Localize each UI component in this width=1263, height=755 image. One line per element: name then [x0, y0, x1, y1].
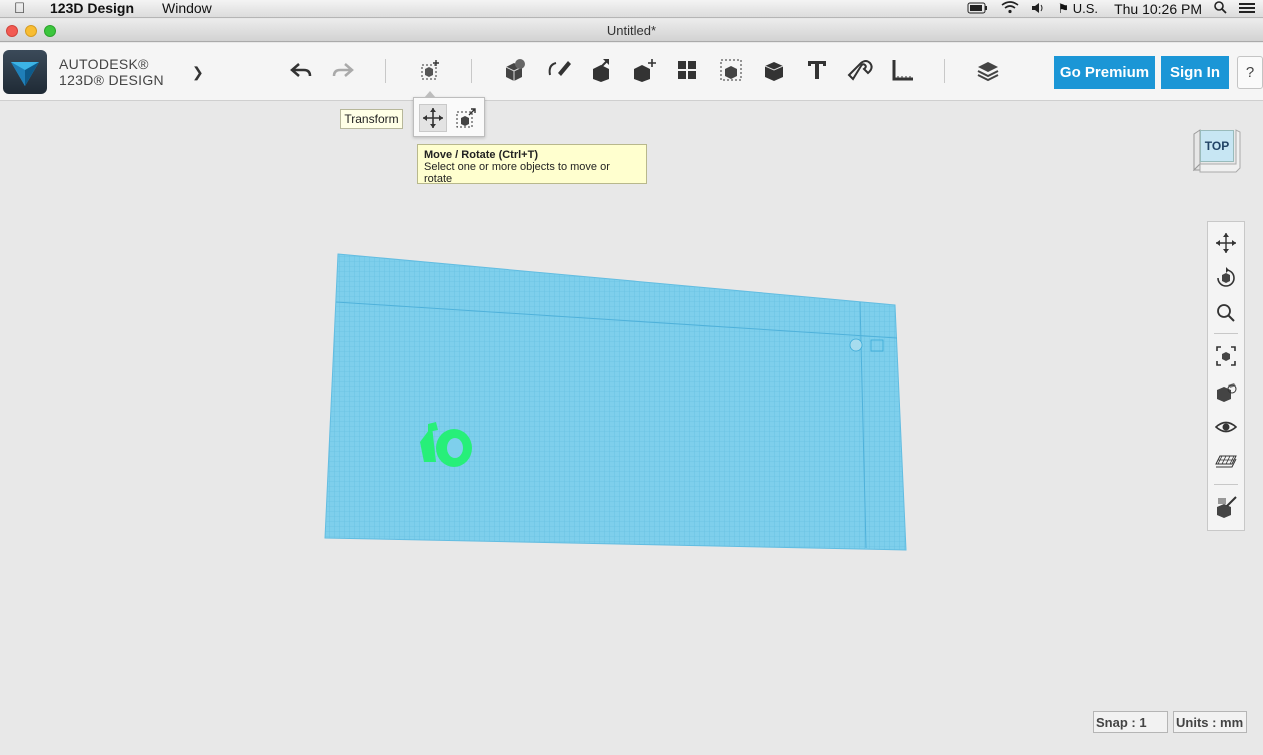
- combine-icon[interactable]: [759, 55, 789, 85]
- brand-line-2: 123D® DESIGN: [59, 72, 164, 88]
- submenu-pointer: [424, 91, 436, 98]
- clock[interactable]: Thu 10:26 PM: [1114, 1, 1202, 17]
- materials-icon[interactable]: [973, 55, 1003, 85]
- sketch-icon[interactable]: [544, 55, 574, 85]
- notification-center-icon[interactable]: [1239, 2, 1255, 17]
- measure-icon[interactable]: [888, 55, 918, 85]
- material-icon[interactable]: [1213, 494, 1239, 520]
- go-premium-button[interactable]: Go Premium: [1054, 56, 1155, 89]
- grid-plane: [324, 253, 907, 551]
- brand-line-1: AUTODESK®: [59, 56, 149, 72]
- fit-view-icon[interactable]: [1213, 343, 1239, 369]
- flag-icon: ⚑: [1057, 1, 1070, 16]
- navigation-bar: [1207, 221, 1245, 531]
- move-rotate-icon[interactable]: [419, 104, 447, 132]
- zoom-icon[interactable]: [1213, 300, 1239, 326]
- text-tool-icon[interactable]: [802, 55, 832, 85]
- move-rotate-tooltip: Move / Rotate (Ctrl+T) Select one or mor…: [417, 144, 647, 185]
- app-logo-icon[interactable]: [3, 50, 47, 94]
- volume-icon[interactable]: [1031, 2, 1045, 17]
- grid-material-icon[interactable]: [1213, 448, 1239, 474]
- pan-icon[interactable]: [1213, 230, 1239, 256]
- modify-icon[interactable]: [630, 55, 660, 85]
- navbar-separator: [1214, 333, 1238, 334]
- system-menubar:  123D Design Window ⚑ U.S. Thu 10:26 PM: [0, 0, 1263, 18]
- input-source-label: U.S.: [1072, 1, 1099, 16]
- construct-icon[interactable]: [587, 55, 617, 85]
- grouping-icon[interactable]: [716, 55, 746, 85]
- view-cube[interactable]: TOP: [1190, 124, 1248, 178]
- snap-setting[interactable]: Snap : 1: [1093, 711, 1168, 733]
- views-icon[interactable]: [1213, 379, 1239, 405]
- transform-tool-icon[interactable]: [415, 55, 445, 85]
- minimize-window-button[interactable]: [25, 25, 37, 37]
- window-titlebar: Untitled*: [0, 19, 1263, 42]
- window-title: Untitled*: [606, 23, 657, 38]
- main-toolbar: AUTODESK® 123D® DESIGN ❯ Go Premium Sign…: [0, 43, 1263, 101]
- toolbar-separator: [944, 59, 945, 83]
- apple-menu-icon[interactable]: : [14, 0, 25, 17]
- redo-icon[interactable]: [328, 55, 358, 85]
- primitives-icon[interactable]: [500, 55, 530, 85]
- navbar-separator: [1214, 484, 1238, 485]
- scale-icon[interactable]: [452, 104, 480, 132]
- toolbar-separator: [385, 59, 386, 83]
- orbit-icon[interactable]: [1213, 265, 1239, 291]
- help-button[interactable]: ?: [1237, 56, 1263, 89]
- input-source[interactable]: ⚑ U.S.: [1057, 1, 1098, 17]
- zoom-window-button[interactable]: [44, 25, 56, 37]
- tooltip-description: Select one or more objects to move or ro…: [424, 161, 610, 185]
- toolbar-separator: [471, 59, 472, 83]
- status-area: ⚑ U.S. Thu 10:26 PM: [967, 0, 1255, 18]
- tooltip-title: Move / Rotate (Ctrl+T): [424, 149, 538, 161]
- sign-in-button[interactable]: Sign In: [1161, 56, 1229, 89]
- units-setting[interactable]: Units : mm: [1173, 711, 1247, 733]
- close-window-button[interactable]: [6, 25, 18, 37]
- undo-icon[interactable]: [286, 55, 316, 85]
- window-menu[interactable]: Window: [162, 0, 212, 16]
- pattern-icon[interactable]: [672, 55, 702, 85]
- app-menu-chevron-icon[interactable]: ❯: [192, 64, 204, 81]
- wifi-icon[interactable]: [1001, 1, 1019, 17]
- snap-tool-icon[interactable]: [845, 55, 875, 85]
- visibility-icon[interactable]: [1213, 414, 1239, 440]
- battery-icon[interactable]: [967, 2, 989, 17]
- spotlight-icon[interactable]: [1214, 1, 1227, 17]
- view-cube-top-face[interactable]: TOP: [1200, 130, 1234, 162]
- 3d-viewport[interactable]: [0, 102, 1263, 755]
- transform-label: Transform: [340, 109, 403, 129]
- transform-submenu: [413, 91, 485, 137]
- app-menu[interactable]: 123D Design: [50, 0, 134, 16]
